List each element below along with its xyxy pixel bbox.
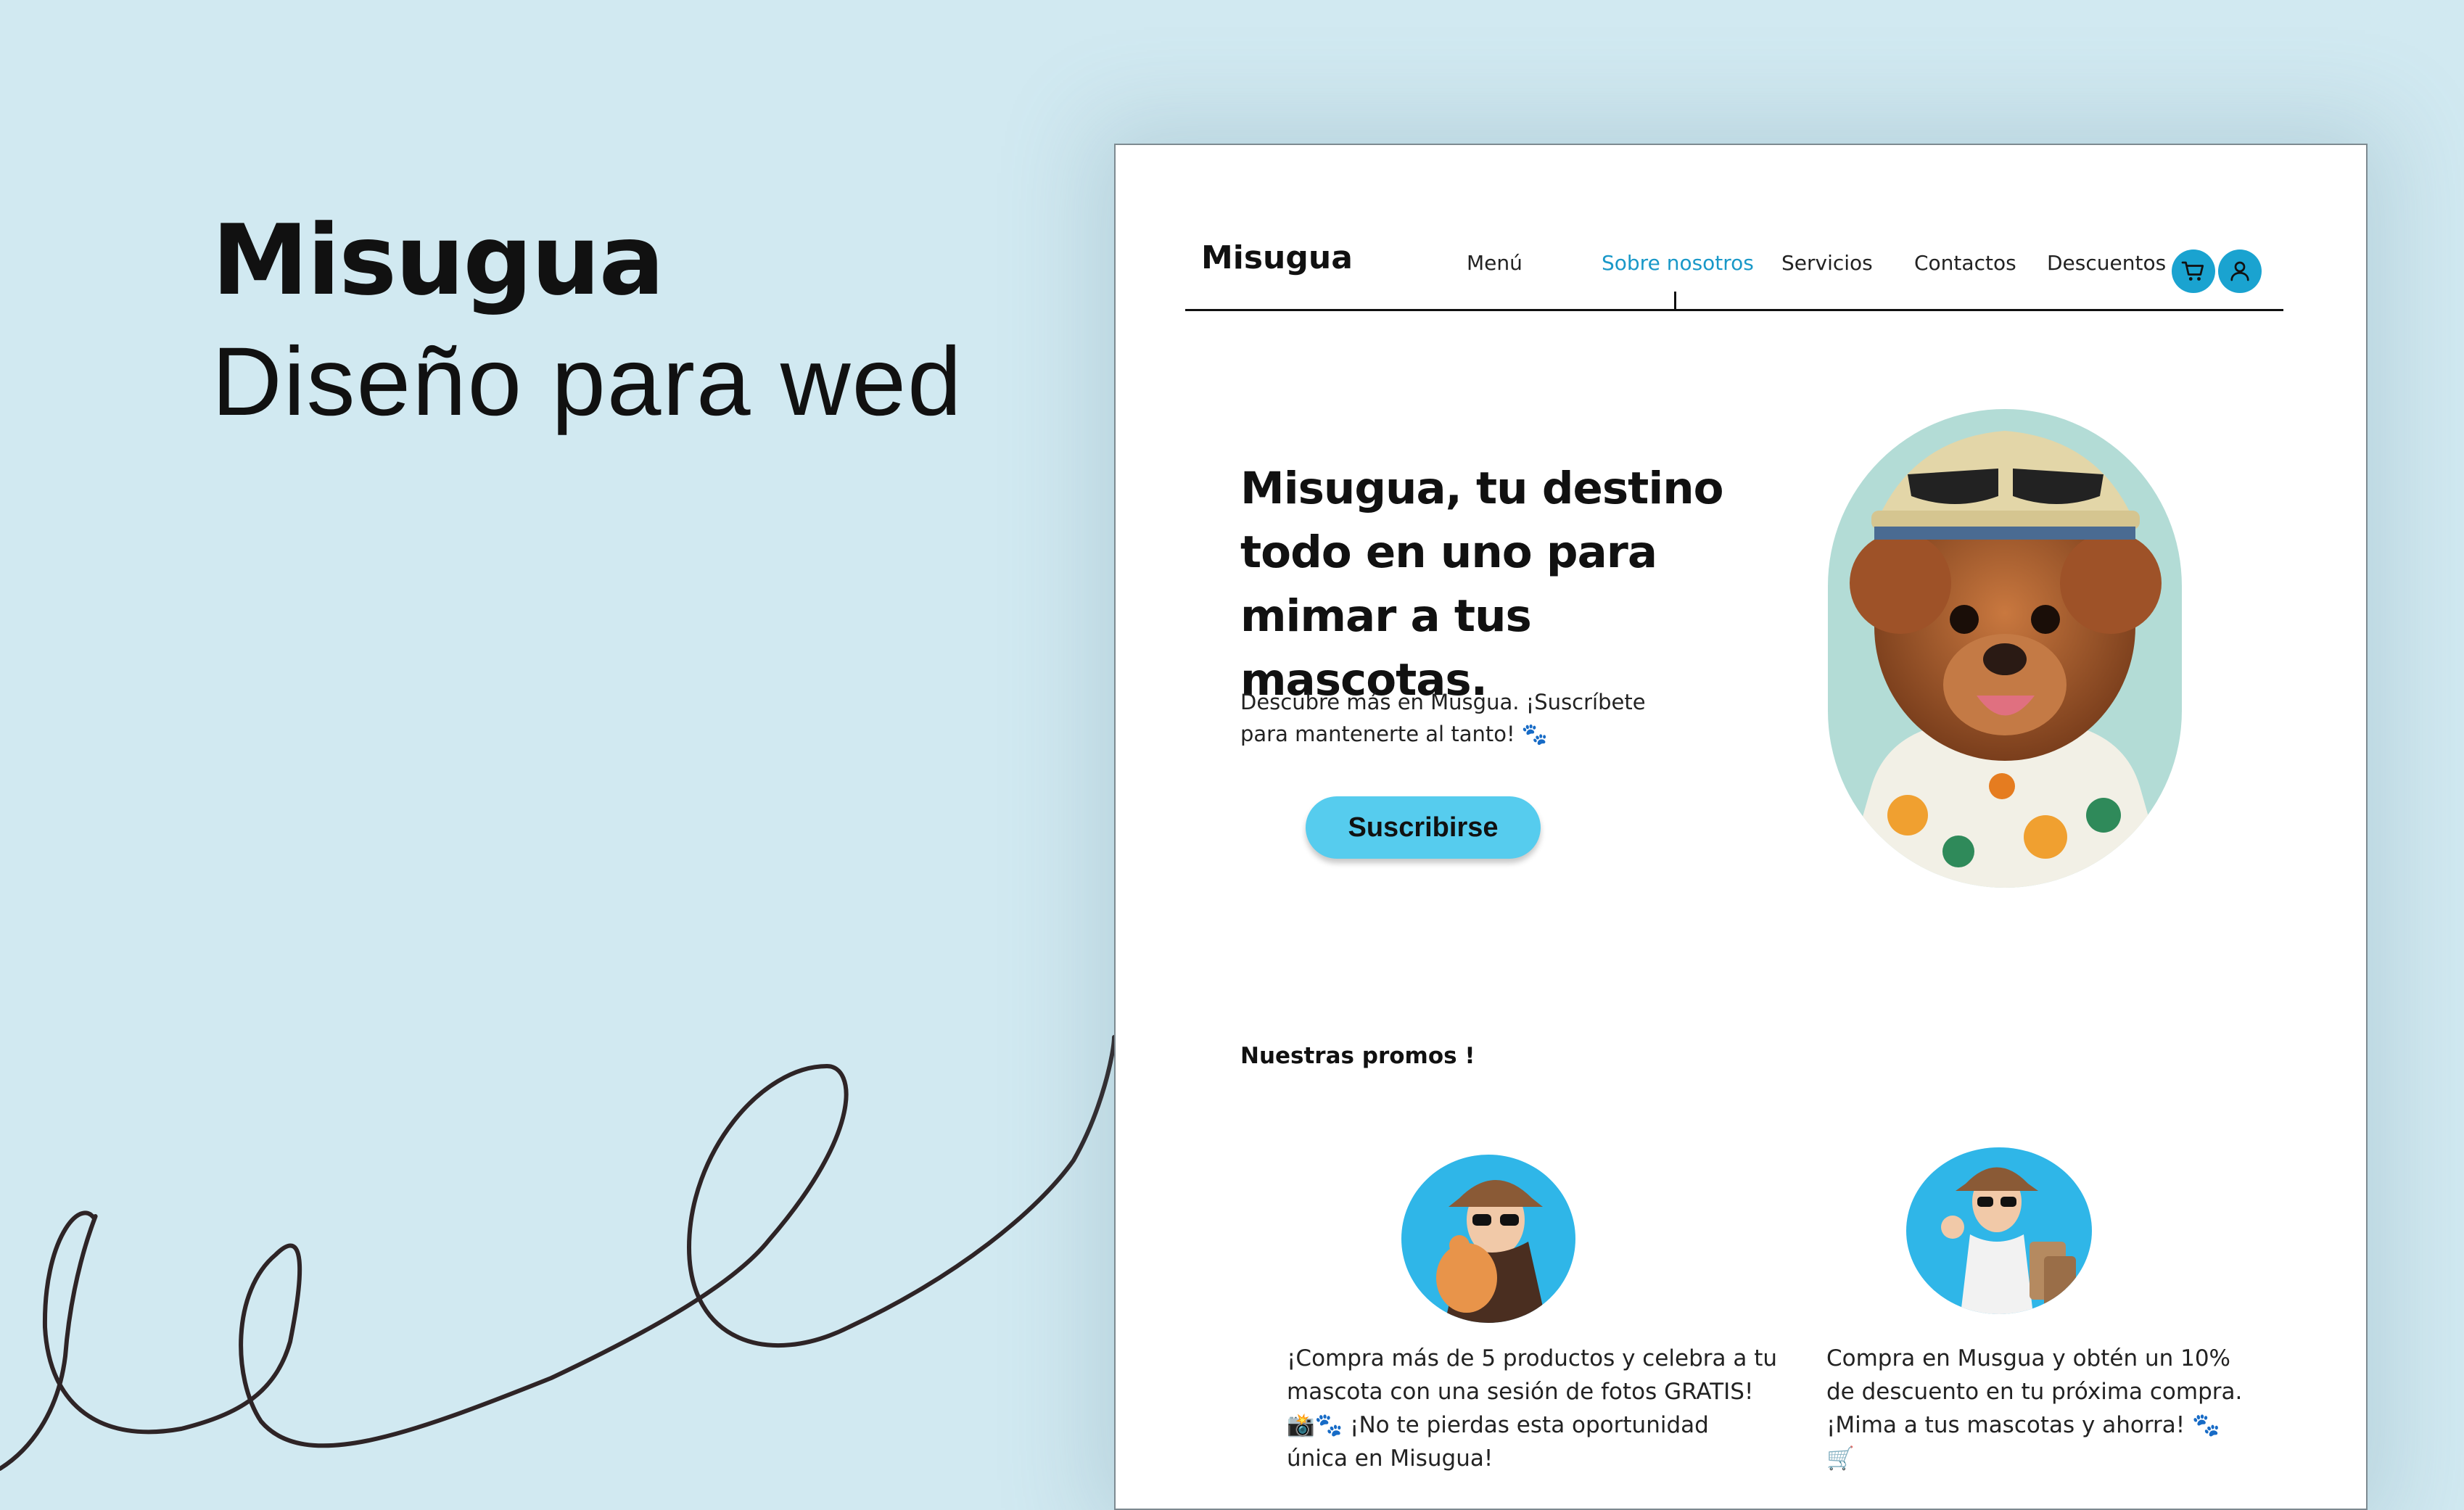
showcase-title: Misugua [212,204,664,317]
showcase-subtitle: Diseño para wed [212,328,963,436]
decorative-squiggle-line [0,1035,1116,1471]
hero-description: Descubre más en Musgua. ¡Suscríbete para… [1240,686,1661,750]
nav-link-contactos[interactable]: Contactos [1914,251,2016,275]
promos-heading: Nuestras promos ! [1240,1043,1475,1069]
hero-description-line: para mantenerte al tanto! 🐾 [1240,722,1548,746]
nav-link-menu[interactable]: Menú [1467,251,1523,275]
nav-link-servicios[interactable]: Servicios [1781,251,1873,275]
promo-text-line: ¡Compra más de 5 productos y celebra a t… [1287,1345,1778,1371]
promo-text-line: 🛒 [1826,1445,1855,1472]
hero-dog-image [1828,409,2182,888]
cart-icon [2181,261,2204,281]
cart-button[interactable] [2172,249,2215,293]
user-button[interactable] [2218,249,2262,293]
promo-text-line: ¡Mima a tus mascotas y ahorra! 🐾 [1826,1412,2220,1438]
nav-link-descuentos[interactable]: Descuentos [2047,251,2166,275]
active-nav-indicator [1674,292,1676,309]
user-icon [2230,261,2249,281]
hero-title: Misugua, tu destino todo en uno para mim… [1240,463,1724,706]
hero-description-line: Descubre más en Musgua. ¡Suscríbete [1240,690,1646,714]
promo-text: Compra en Musgua y obtén un 10% de descu… [1826,1342,2262,1475]
nav-link-sobre-nosotros[interactable]: Sobre nosotros [1602,251,1754,275]
promo-image-woman-cat [1401,1155,1575,1323]
promo-text-line: de descuento en tu próxima compra. [1826,1379,2243,1405]
promo-text-line: Compra en Musgua y obtén un 10% [1826,1345,2231,1371]
promo-text-line: mascota con una sesión de fotos GRATIS! [1287,1379,1754,1405]
subscribe-button[interactable]: Suscribirse [1306,796,1541,859]
promo-text: ¡Compra más de 5 productos y celebra a t… [1287,1342,1780,1475]
promo-image-woman-bags [1906,1147,2092,1314]
navbar: Misugua Menú Sobre nosotros Servicios Co… [1185,232,2283,311]
promo-text-line: 📸🐾 ¡No te pierdas esta oportunidad [1287,1412,1709,1438]
promo-text-line: única en Misugua! [1287,1445,1493,1472]
website-mockup: Misugua Menú Sobre nosotros Servicios Co… [1114,144,2368,1510]
site-logo[interactable]: Misugua [1201,239,1353,276]
